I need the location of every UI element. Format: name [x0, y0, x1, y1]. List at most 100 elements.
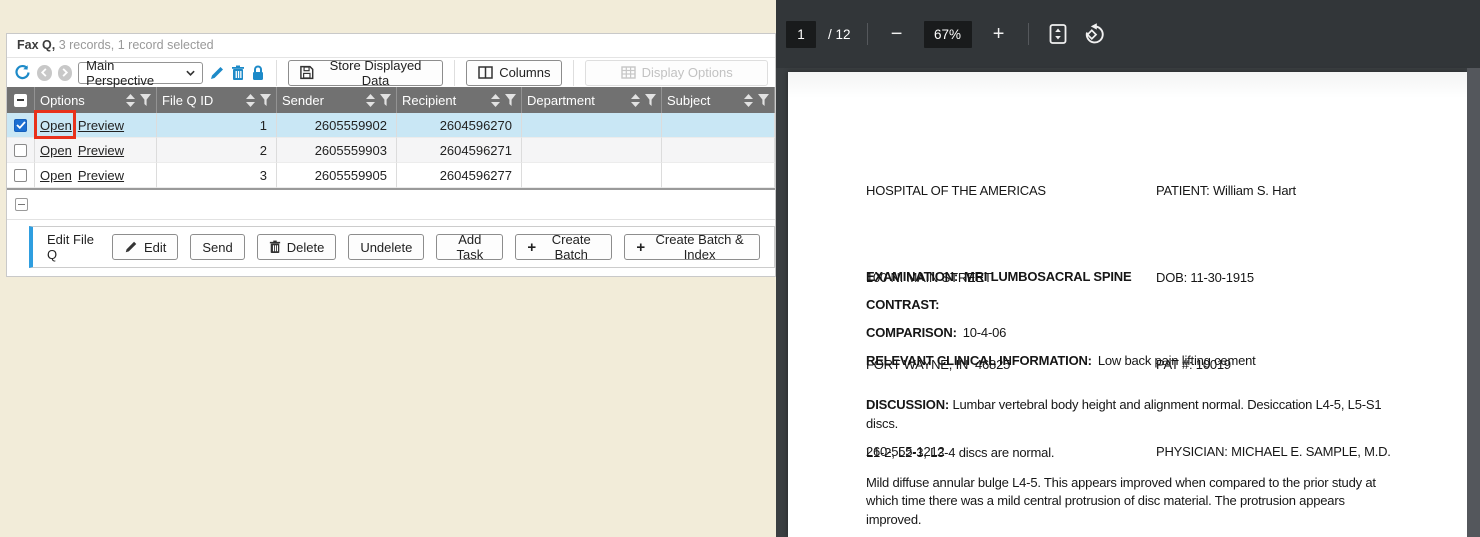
sort-icon[interactable]: [744, 94, 753, 107]
pdf-scrollbar[interactable]: [1467, 68, 1480, 537]
open-link[interactable]: Open: [40, 118, 72, 133]
column-header-subject[interactable]: Subject: [662, 87, 775, 113]
undelete-button[interactable]: Undelete: [348, 234, 424, 260]
department-cell: [522, 113, 662, 138]
table-header-row: Options File Q ID Sender Recipient: [7, 87, 775, 113]
field-value: MRI LUMBOSACRAL SPINE: [964, 269, 1131, 284]
filter-icon[interactable]: [380, 94, 391, 106]
subject-cell: [662, 163, 775, 188]
field-value: 10-4-06: [963, 325, 1006, 340]
sort-icon[interactable]: [491, 94, 500, 107]
fax-queue-title-name: Fax Q,: [17, 38, 55, 52]
display-options-label: Display Options: [642, 65, 733, 80]
file-q-id-cell: 1: [157, 113, 277, 138]
fax-queue-record-summary: 3 records, 1 record selected: [55, 38, 213, 52]
select-all-checkbox-cell: [7, 87, 35, 113]
add-task-button-label: Add Task: [448, 232, 491, 262]
open-link[interactable]: Open: [40, 143, 72, 158]
column-header-label: Sender: [282, 93, 324, 108]
table-row[interactable]: Open Preview 2 2605559903 2604596271: [7, 138, 775, 163]
filter-icon[interactable]: [260, 94, 271, 106]
edit-file-q-label: Edit File Q: [47, 232, 96, 262]
create-batch-button-label: Create Batch: [542, 232, 600, 262]
edit-button-label: Edit: [144, 240, 166, 255]
fax-queue-card: Fax Q, 3 records, 1 record selected Main…: [6, 33, 776, 277]
forward-icon[interactable]: [58, 65, 73, 81]
sort-icon[interactable]: [366, 94, 375, 107]
sort-icon[interactable]: [126, 94, 135, 107]
report-fields-block: EXAMINATION:MRI LUMBOSACRAL SPINE CONTRA…: [866, 263, 1256, 375]
examination-line: EXAMINATION:MRI LUMBOSACRAL SPINE: [866, 263, 1256, 291]
columns-button[interactable]: Columns: [466, 60, 562, 86]
send-button[interactable]: Send: [190, 234, 244, 260]
delete-perspective-icon[interactable]: [231, 65, 245, 81]
column-header-recipient[interactable]: Recipient: [397, 87, 522, 113]
preview-link[interactable]: Preview: [78, 118, 124, 133]
column-header-file-q-id[interactable]: File Q ID: [157, 87, 277, 113]
plus-icon: +: [527, 240, 536, 255]
recipient-cell: 2604596270: [397, 113, 522, 138]
create-batch-button[interactable]: + Create Batch: [515, 234, 612, 260]
collapse-icon[interactable]: [15, 198, 28, 211]
field-label: CONTRAST:: [866, 297, 939, 312]
field-label: COMPARISON:: [866, 325, 957, 340]
edit-file-q-panel: Edit File Q Edit Send Delete Undelete: [29, 226, 775, 268]
sort-icon[interactable]: [246, 94, 255, 107]
zoom-level-display[interactable]: 67%: [924, 21, 972, 48]
create-batch-index-button[interactable]: + Create Batch & Index: [624, 234, 760, 260]
toolbar-divider: [1028, 23, 1029, 45]
filter-icon[interactable]: [758, 94, 769, 106]
table-row[interactable]: Open Preview 3 2605559905 2604596277: [7, 163, 775, 188]
select-all-checkbox[interactable]: [14, 94, 27, 107]
paragraph-label: DISCUSSION:: [866, 397, 949, 412]
display-options-button[interactable]: Display Options: [585, 60, 768, 86]
refresh-icon[interactable]: [14, 64, 31, 81]
edit-button[interactable]: Edit: [112, 234, 178, 260]
perspective-select-value: Main Perspective: [86, 58, 176, 88]
page-number-input[interactable]: 1: [786, 21, 816, 48]
store-displayed-data-label: Store Displayed Data: [320, 58, 432, 88]
preview-link[interactable]: Preview: [78, 168, 124, 183]
delete-button-label: Delete: [287, 240, 325, 255]
delete-button[interactable]: Delete: [257, 234, 337, 260]
undelete-button-label: Undelete: [360, 240, 412, 255]
add-task-button[interactable]: Add Task: [436, 234, 503, 260]
open-link[interactable]: Open: [40, 168, 72, 183]
sender-cell: 2605559905: [277, 163, 397, 188]
toolbar-divider: [573, 60, 574, 86]
recipient-cell: 2604596271: [397, 138, 522, 163]
recipient-cell: 2604596277: [397, 163, 522, 188]
back-icon[interactable]: [37, 65, 52, 81]
row-checkbox[interactable]: [14, 144, 27, 157]
column-header-department[interactable]: Department: [522, 87, 662, 113]
columns-icon: [478, 66, 493, 79]
column-header-label: Recipient: [402, 93, 456, 108]
subject-cell: [662, 113, 775, 138]
row-checkbox[interactable]: [14, 169, 27, 182]
rotate-icon[interactable]: [1081, 21, 1107, 47]
zoom-out-button[interactable]: −: [884, 21, 910, 47]
filter-icon[interactable]: [140, 94, 151, 106]
sort-icon[interactable]: [631, 94, 640, 107]
preview-link[interactable]: Preview: [78, 143, 124, 158]
column-header-options[interactable]: Options: [35, 87, 157, 113]
column-header-label: Department: [527, 93, 595, 108]
zoom-in-button[interactable]: +: [986, 21, 1012, 47]
store-displayed-data-button[interactable]: Store Displayed Data: [288, 60, 443, 86]
field-label: RELEVANT CLINICAL INFORMATION:: [866, 353, 1092, 368]
fit-to-page-icon[interactable]: [1045, 21, 1071, 47]
comparison-line: COMPARISON: 10-4-06: [866, 319, 1256, 347]
filter-icon[interactable]: [505, 94, 516, 106]
pdf-viewport[interactable]: HOSPITAL OF THE AMERICAS 100 N. MAIN STR…: [776, 68, 1480, 537]
perspective-select[interactable]: Main Perspective: [78, 62, 203, 84]
department-cell: [522, 163, 662, 188]
filter-icon[interactable]: [645, 94, 656, 106]
table-row[interactable]: Open Preview 1 2605559902 2604596270: [7, 113, 775, 138]
lock-perspective-icon[interactable]: [251, 65, 265, 81]
row-checkbox[interactable]: [14, 119, 27, 132]
edit-perspective-icon[interactable]: [209, 65, 225, 81]
column-header-sender[interactable]: Sender: [277, 87, 397, 113]
clinical-info-line: RELEVANT CLINICAL INFORMATION:Low back p…: [866, 347, 1256, 375]
file-q-id-cell: 3: [157, 163, 277, 188]
fax-queue-panel: Fax Q, 3 records, 1 record selected Main…: [0, 0, 776, 537]
